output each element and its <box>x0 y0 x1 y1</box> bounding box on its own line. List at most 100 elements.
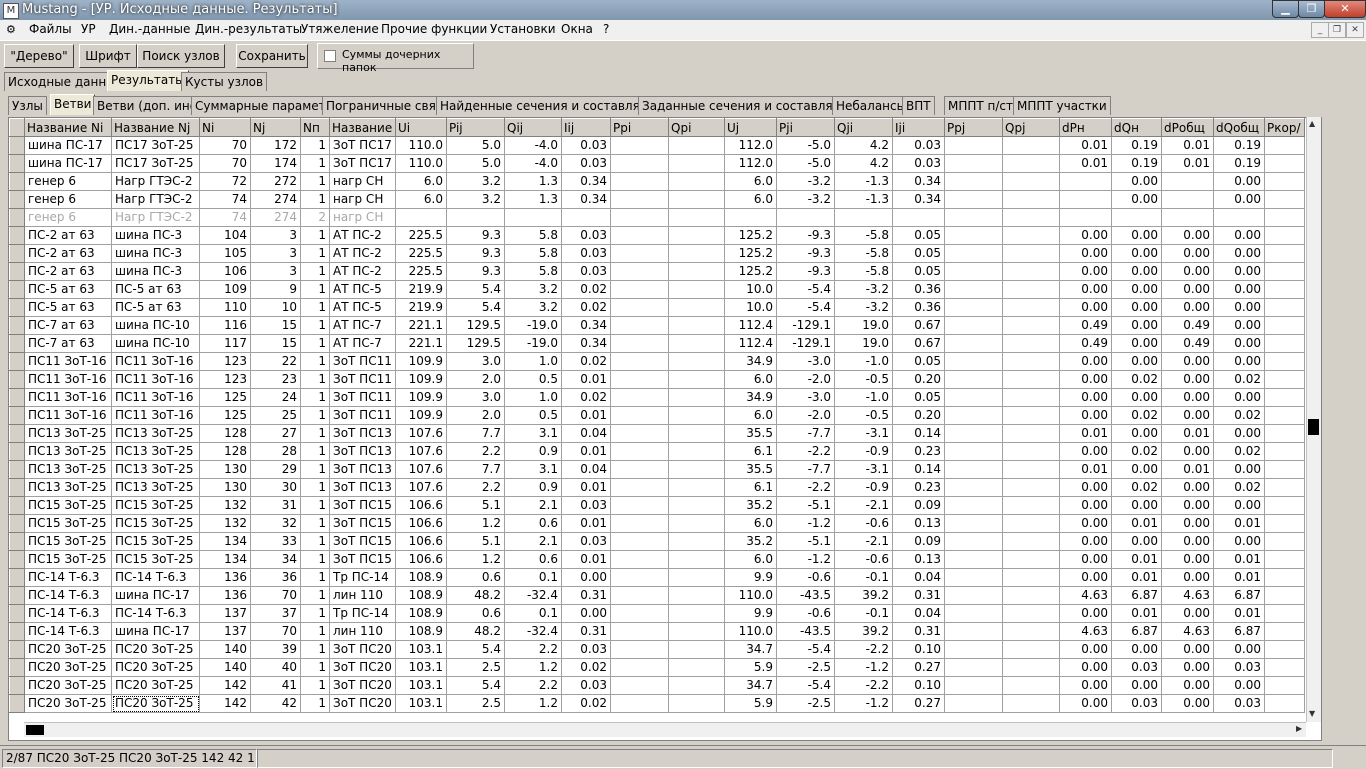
table-cell[interactable] <box>610 478 669 497</box>
table-cell[interactable]: 5.8 <box>504 244 562 263</box>
row-header[interactable] <box>9 532 25 551</box>
table-cell[interactable]: 10.0 <box>724 298 777 317</box>
table-cell[interactable]: -2.2 <box>834 676 893 695</box>
table-cell[interactable]: 0.05 <box>892 262 945 281</box>
table-cell[interactable]: 0.03 <box>561 676 611 695</box>
table-cell[interactable]: 112.0 <box>724 154 777 173</box>
table-cell[interactable]: ПС15 ЗоТ-25 <box>111 514 200 533</box>
table-cell[interactable]: 0.34 <box>892 190 945 209</box>
table-cell[interactable]: 3 <box>250 226 301 245</box>
table-cell[interactable] <box>668 388 725 407</box>
table-cell[interactable] <box>668 208 725 227</box>
row-header[interactable] <box>9 316 25 335</box>
table-cell[interactable]: 0.00 <box>1213 424 1265 443</box>
table-cell[interactable]: 22 <box>250 352 301 371</box>
table-cell[interactable]: -3.2 <box>834 298 893 317</box>
table-row[interactable]: ПС11 ЗоТ-16 ПС11 ЗоТ-16 125 24 1 ЗоТ ПС11 109.… <box>9 388 1305 407</box>
table-cell[interactable]: ЗоТ ПС20 <box>329 658 396 677</box>
document-icon[interactable]: ⚙ <box>6 23 16 36</box>
table-cell[interactable]: 109.9 <box>395 406 447 425</box>
table-row[interactable]: генер 6 Нагр ГТЭС-2 72 272 1 нагр СН 6.0 3.2 1.3… <box>9 172 1305 191</box>
table-cell[interactable] <box>610 190 669 209</box>
table-cell[interactable] <box>1264 154 1305 173</box>
table-cell[interactable]: -3.0 <box>776 388 835 407</box>
table-cell[interactable] <box>1002 622 1060 641</box>
table-cell[interactable] <box>1002 478 1060 497</box>
table-cell[interactable]: 0.00 <box>1213 460 1265 479</box>
table-cell[interactable] <box>944 532 1003 551</box>
table-cell[interactable]: -9.3 <box>776 226 835 245</box>
table-cell[interactable] <box>944 172 1003 191</box>
table-cell[interactable]: 0.00 <box>1161 262 1214 281</box>
table-cell[interactable] <box>1161 190 1214 209</box>
table-cell[interactable] <box>610 208 669 227</box>
table-cell[interactable]: -2.1 <box>834 532 893 551</box>
table-cell[interactable]: 272 <box>250 172 301 191</box>
table-cell[interactable]: 0.00 <box>1111 280 1162 299</box>
table-cell[interactable]: 28 <box>250 442 301 461</box>
table-cell[interactable] <box>1264 136 1305 155</box>
row-header[interactable] <box>9 334 25 353</box>
table-cell[interactable] <box>944 280 1003 299</box>
menu-ur[interactable]: УР <box>81 22 96 36</box>
table-cell[interactable] <box>668 424 725 443</box>
row-header[interactable] <box>9 514 25 533</box>
table-cell[interactable] <box>668 298 725 317</box>
table-row[interactable]: ПС11 ЗоТ-16 ПС11 ЗоТ-16 123 23 1 ЗоТ ПС11 109.… <box>9 370 1305 389</box>
table-row[interactable]: генер 6 Нагр ГТЭС-2 74 274 1 нагр СН 6.0 3.2 1.3… <box>9 190 1305 209</box>
table-cell[interactable]: 5.0 <box>446 154 505 173</box>
table-cell[interactable]: -3.2 <box>776 190 835 209</box>
table-row[interactable]: ПС15 ЗоТ-25 ПС15 ЗоТ-25 132 31 1 ЗоТ ПС15 106.… <box>9 496 1305 515</box>
row-header[interactable] <box>9 604 25 623</box>
table-cell[interactable]: -5.4 <box>776 676 835 695</box>
table-cell[interactable]: 1 <box>300 460 330 479</box>
table-cell[interactable]: 125.2 <box>724 226 777 245</box>
table-cell[interactable]: 174 <box>250 154 301 173</box>
table-cell[interactable]: ПС13 ЗоТ-25 <box>24 442 112 461</box>
table-cell[interactable] <box>1264 424 1305 443</box>
table-cell[interactable] <box>1264 478 1305 497</box>
table-cell[interactable]: 0.00 <box>1213 496 1265 515</box>
table-cell[interactable]: 6.0 <box>395 172 447 191</box>
table-cell[interactable]: -2.0 <box>776 406 835 425</box>
table-cell[interactable] <box>1002 514 1060 533</box>
table-cell[interactable]: нагр СН <box>329 190 396 209</box>
table-cell[interactable]: 0.00 <box>1059 298 1112 317</box>
table-cell[interactable]: 70 <box>250 622 301 641</box>
table-cell[interactable]: 1 <box>300 352 330 371</box>
menu-windows[interactable]: Окна <box>561 22 593 36</box>
menu-help[interactable]: ? <box>603 22 609 36</box>
table-cell[interactable]: ПС-14 Т-6.3 <box>24 604 112 623</box>
table-cell[interactable]: 116 <box>199 316 251 335</box>
table-cell[interactable]: 1 <box>300 370 330 389</box>
table-cell[interactable]: 0.00 <box>1161 658 1214 677</box>
table-cell[interactable]: ПС-2 ат 63 <box>24 226 112 245</box>
table-cell[interactable]: -129.1 <box>776 334 835 353</box>
table-cell[interactable]: 0.03 <box>1111 694 1162 713</box>
table-cell[interactable]: 0.00 <box>1161 370 1214 389</box>
table-cell[interactable] <box>1002 460 1060 479</box>
table-cell[interactable] <box>610 496 669 515</box>
table-cell[interactable] <box>668 136 725 155</box>
table-cell[interactable]: 1 <box>300 604 330 623</box>
table-cell[interactable]: нагр СН <box>329 172 396 191</box>
table-cell[interactable]: 7.7 <box>446 424 505 443</box>
table-cell[interactable]: 0.01 <box>1213 514 1265 533</box>
table-cell[interactable]: 2.5 <box>446 694 505 713</box>
table-cell[interactable]: -7.7 <box>776 460 835 479</box>
table-cell[interactable]: 0.00 <box>1111 640 1162 659</box>
table-cell[interactable]: 0.01 <box>1111 604 1162 623</box>
row-header[interactable] <box>9 424 25 443</box>
table-cell[interactable]: ПС20 ЗоТ-25 <box>24 676 112 695</box>
table-cell[interactable] <box>776 208 835 227</box>
table-cell[interactable]: 0.03 <box>561 136 611 155</box>
table-cell[interactable]: генер 6 <box>24 190 112 209</box>
table-cell[interactable]: 39.2 <box>834 586 893 605</box>
table-cell[interactable]: 6.1 <box>724 478 777 497</box>
table-cell[interactable]: 103.1 <box>395 676 447 695</box>
table-row[interactable]: ПС11 ЗоТ-16 ПС11 ЗоТ-16 123 22 1 ЗоТ ПС11 109.… <box>9 352 1305 371</box>
table-cell[interactable]: 0.00 <box>1059 658 1112 677</box>
table-cell[interactable]: ПС15 ЗоТ-25 <box>24 532 112 551</box>
table-cell[interactable]: 31 <box>250 496 301 515</box>
table-cell[interactable]: 0.01 <box>1213 568 1265 587</box>
